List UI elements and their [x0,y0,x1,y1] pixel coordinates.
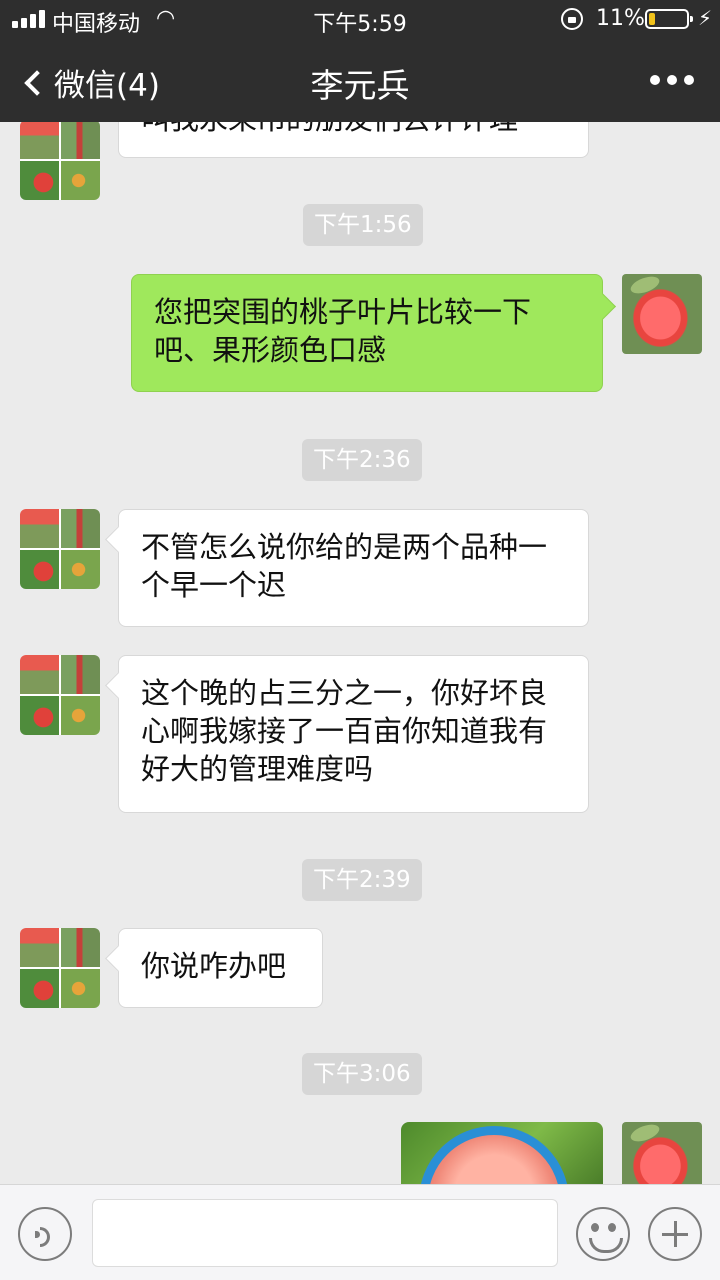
message-bubble[interactable]: 不管怎么说你给的是两个品种一个早一个迟 [118,509,589,627]
top-bar: 中国移动 ◠ 下午5:59 11% ⚡ 微信(4) 李元兵 [0,0,720,122]
my-avatar[interactable] [622,274,702,354]
nav-bar: 微信(4) 李元兵 [0,40,720,122]
contact-avatar[interactable] [20,509,100,589]
chat-title: 李元兵 [310,66,410,105]
more-icon[interactable] [650,75,694,85]
battery-percent: 11% [596,6,645,31]
battery-icon [645,9,693,29]
message-bubble[interactable]: 叫我永呆吊的朋友们去评评理 [118,122,589,158]
contact-avatar[interactable] [20,122,100,200]
timestamp: 下午2:39 [302,859,422,901]
input-bar [0,1184,720,1280]
status-bar: 中国移动 ◠ 下午5:59 11% ⚡ [0,0,720,40]
emoji-icon[interactable] [576,1207,630,1261]
my-avatar[interactable] [622,1122,702,1184]
plus-icon[interactable] [648,1207,702,1261]
timestamp: 下午2:36 [302,439,422,481]
rotation-lock-icon [561,8,583,30]
message-input[interactable] [92,1199,558,1267]
message-bubble[interactable]: 这个晚的占三分之一，你好坏良心啊我嫁接了一百亩你知道我有好大的管理难度吗 [118,655,589,813]
voice-icon[interactable] [18,1207,72,1261]
image-message[interactable] [401,1122,603,1184]
message-bubble[interactable]: 你说咋办吧 [118,928,323,1008]
timestamp: 下午1:56 [303,204,423,246]
contact-avatar[interactable] [20,655,100,735]
timestamp: 下午3:06 [302,1053,422,1095]
message-bubble[interactable]: 您把突围的桃子叶片比较一下吧、果形颜色口感 [131,274,603,392]
message-list[interactable]: 叫我永呆吊的朋友们去评评理 下午1:56 您把突围的桃子叶片比较一下吧、果形颜色… [0,122,720,1184]
contact-avatar[interactable] [20,928,100,1008]
charging-icon: ⚡ [698,6,713,30]
